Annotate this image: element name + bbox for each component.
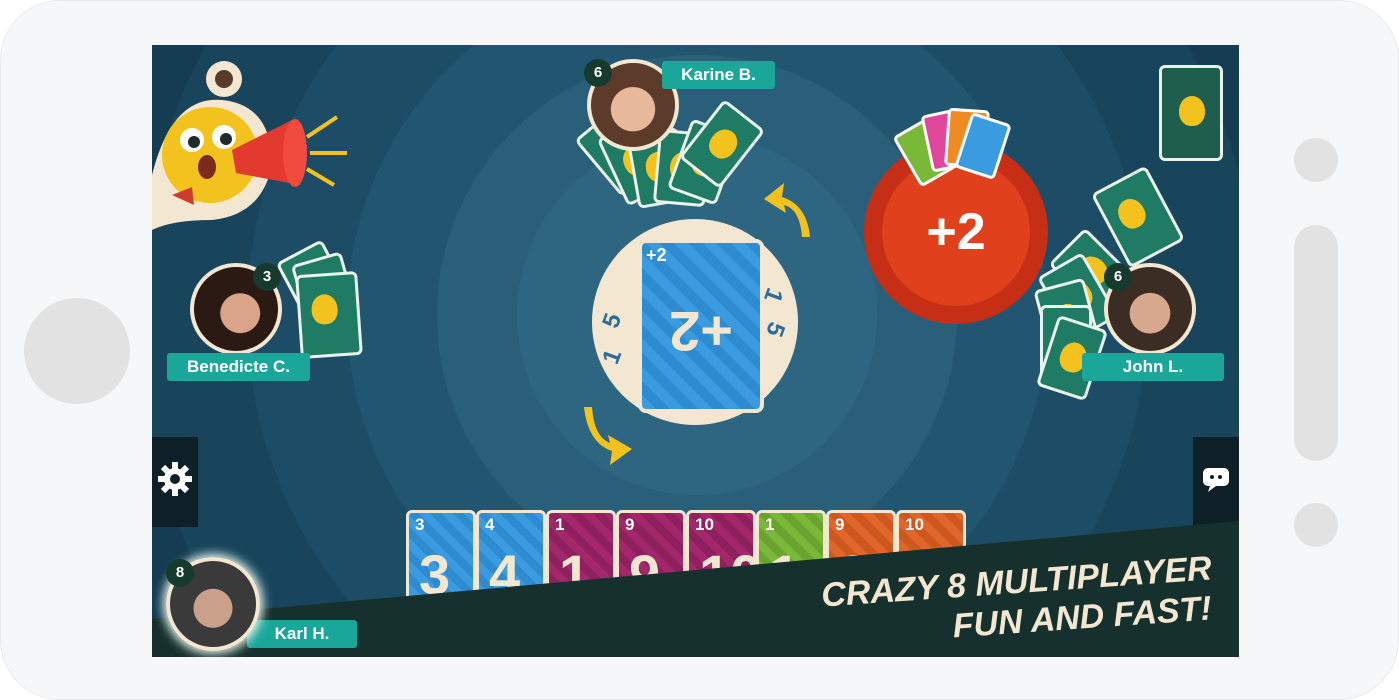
sensor-dot [1294,503,1338,547]
card-count-badge: 8 [166,559,194,587]
player-name-me: Karl H. [247,620,357,648]
card-back [295,270,363,360]
discard-value: +2 [669,300,733,363]
camera-dot [1294,138,1338,182]
discard-card: +2 +2 [638,239,764,413]
color-cards-fan [892,105,1014,195]
phone-frame: Karine B. 6 +2 3 Benedicte C. 6 John L. … [0,0,1399,700]
left-player-hand [270,239,370,360]
card-count-badge: 6 [1104,263,1132,291]
player-name-left: Benedicte C. [167,353,310,381]
player-name-right: John L. [1082,353,1224,381]
player-name-top: Karine B. [662,61,775,89]
frame-number: 1 [597,345,628,368]
frame-number: 5 [597,309,628,332]
direction-arrow-icon [574,403,634,473]
game-screen: Karine B. 6 +2 3 Benedicte C. 6 John L. … [152,45,1239,657]
card-count-badge: 6 [584,59,612,87]
penalty-label: +2 [926,203,986,261]
card-count-badge: 3 [253,263,281,291]
direction-arrow-icon [762,175,822,245]
home-button[interactable] [24,298,130,404]
discard-corner: +2 [646,245,667,265]
draw-pile-mascot [1179,96,1205,126]
draw-pile-icon[interactable] [1159,65,1223,161]
speaker-slot [1294,225,1338,461]
mascot-megaphone-icon [152,55,352,245]
